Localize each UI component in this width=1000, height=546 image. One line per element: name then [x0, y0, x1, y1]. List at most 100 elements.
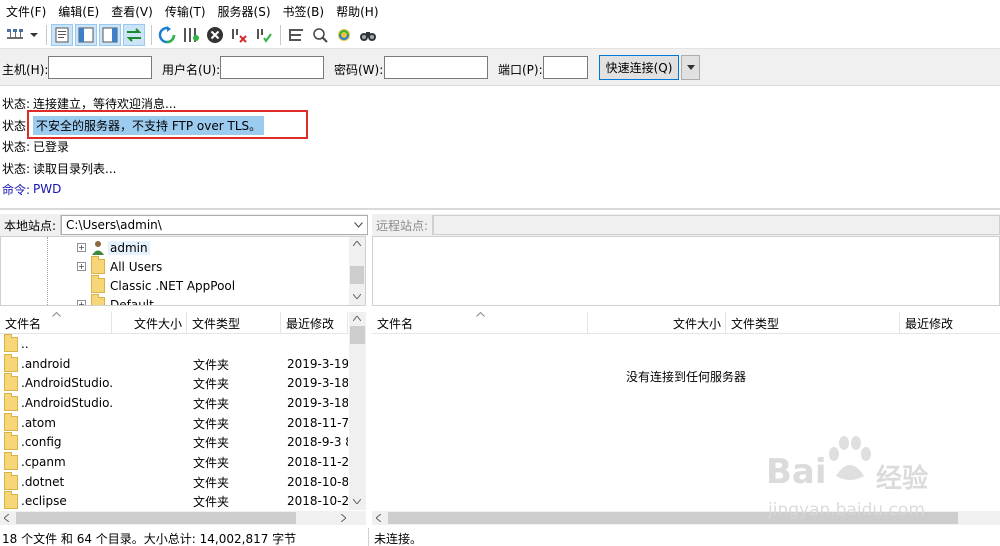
menu-help[interactable]: 帮助(H)	[330, 3, 384, 20]
file-type: 文件夹	[193, 396, 230, 411]
scroll-down-icon[interactable]	[353, 294, 361, 299]
pane-divider[interactable]	[0, 208, 1000, 210]
quickconnect-bar: 主机(H): 用户名(U): 密码(W): 端口(P): 快速连接(Q)	[0, 48, 1000, 86]
menu-edit[interactable]: 编辑(E)	[52, 3, 105, 20]
scroll-right-icon[interactable]	[341, 514, 346, 522]
quickconnect-history-dropdown[interactable]	[681, 55, 700, 80]
file-row[interactable]: .eclipse 文件夹 2018-10-22	[0, 491, 348, 510]
column-header-name[interactable]: 文件名	[372, 312, 588, 334]
folder-icon	[4, 413, 18, 431]
folder-icon	[4, 432, 18, 450]
scrollbar-thumb[interactable]	[350, 326, 365, 344]
menu-bookmarks[interactable]: 书签(B)	[277, 3, 331, 20]
chevron-down-icon	[686, 65, 695, 70]
log-prefix: 状态:	[2, 96, 31, 111]
menu-server[interactable]: 服务器(S)	[212, 3, 277, 20]
dropdown-arrow-icon[interactable]	[28, 24, 40, 46]
column-header-type[interactable]: 文件类型	[187, 312, 281, 334]
folder-icon	[91, 256, 105, 274]
file-row[interactable]: ..	[0, 334, 348, 354]
column-header-size[interactable]: 文件大小	[588, 312, 726, 334]
menu-transfer[interactable]: 传输(T)	[159, 3, 212, 20]
file-name: .cpanm	[21, 455, 66, 469]
toggle-transfer-queue-icon[interactable]	[123, 24, 145, 46]
column-header-size[interactable]: 文件大小	[112, 312, 187, 334]
file-name: ..	[21, 337, 29, 351]
username-input[interactable]	[220, 56, 324, 79]
scrollbar-thumb[interactable]	[350, 266, 364, 284]
port-input[interactable]	[543, 56, 588, 79]
tree-item[interactable]: Classic .NET AppPool	[91, 275, 235, 295]
watermark-brand: Bai	[766, 452, 827, 492]
scrollbar-thumb[interactable]	[16, 512, 296, 524]
scroll-up-icon[interactable]	[353, 241, 361, 246]
scroll-down-icon[interactable]	[353, 499, 361, 504]
local-path-value: C:\Users\admin\	[66, 218, 162, 232]
toggle-local-tree-icon[interactable]	[75, 24, 97, 46]
local-site-label: 本地站点:	[0, 215, 62, 235]
remote-site-bar: 远程站点:	[372, 214, 1000, 236]
menu-view[interactable]: 查看(V)	[105, 3, 159, 20]
folder-icon	[91, 294, 105, 305]
file-row[interactable]: .android 文件夹 2019-3-19 2	[0, 354, 348, 374]
menu-file[interactable]: 文件(F)	[0, 3, 52, 20]
toggle-remote-tree-icon[interactable]	[99, 24, 121, 46]
file-type: 文件夹	[193, 357, 230, 372]
tree-item[interactable]: + All Users	[77, 256, 162, 276]
tree-scrollbar[interactable]	[349, 237, 365, 305]
cancel-icon[interactable]	[204, 24, 226, 46]
site-manager-icon[interactable]	[4, 24, 26, 46]
column-header-modified[interactable]: 最近修改	[900, 312, 1000, 334]
file-list-scrollbar[interactable]	[349, 312, 366, 510]
column-header-modified[interactable]: 最近修改	[281, 312, 348, 334]
file-row[interactable]: .atom 文件夹 2018-11-7 1	[0, 413, 348, 433]
host-input[interactable]	[48, 56, 152, 79]
file-list-hscrollbar[interactable]	[0, 511, 366, 525]
file-modified: 2019-3-19 2	[287, 357, 348, 371]
expand-icon[interactable]: +	[77, 262, 86, 271]
log-text: PWD	[33, 182, 62, 196]
password-input[interactable]	[384, 56, 488, 79]
quickconnect-button[interactable]: 快速连接(Q)	[599, 55, 679, 80]
file-row[interactable]: .config 文件夹 2018-9-3 8:	[0, 432, 348, 452]
search-files-icon[interactable]	[309, 24, 331, 46]
refresh-icon[interactable]	[156, 24, 178, 46]
baidu-paw-logo	[829, 436, 871, 480]
file-row[interactable]: .AndroidStudio... 文件夹 2019-3-18 2	[0, 393, 348, 413]
file-modified: 2019-3-18 2	[287, 376, 348, 390]
folder-icon	[91, 275, 105, 293]
directory-filter-icon[interactable]	[285, 24, 307, 46]
scroll-up-icon[interactable]	[353, 316, 361, 321]
toggle-message-log-icon[interactable]	[51, 24, 73, 46]
file-name: .atom	[21, 416, 56, 430]
tree-item[interactable]: + admin	[77, 238, 150, 257]
file-row[interactable]: .cpanm 文件夹 2018-11-20	[0, 452, 348, 472]
expand-icon[interactable]: +	[77, 300, 86, 305]
log-line: 状态: 读取目录列表...	[2, 158, 117, 178]
scroll-left-icon[interactable]	[376, 514, 381, 522]
file-type: 文件夹	[193, 494, 230, 509]
chevron-down-icon	[354, 222, 363, 228]
log-prefix: 状态:	[2, 139, 31, 154]
file-modified: 2018-9-3 8:	[287, 435, 348, 449]
file-row[interactable]: .AndroidStudio... 文件夹 2019-3-18 2	[0, 373, 348, 393]
file-row[interactable]: .dotnet 文件夹 2018-10-8 8	[0, 472, 348, 492]
expand-icon[interactable]: +	[77, 243, 86, 252]
sort-ascending-icon	[52, 312, 61, 317]
baidu-jingyan-watermark: Bai 经验 jingyan.baidu.com	[764, 432, 994, 527]
binoculars-icon[interactable]	[357, 24, 379, 46]
reconnect-icon[interactable]	[252, 24, 274, 46]
scroll-left-icon[interactable]	[4, 514, 9, 522]
column-header-name[interactable]: 文件名	[0, 312, 112, 334]
file-type: 文件夹	[193, 475, 230, 490]
disconnect-icon[interactable]	[228, 24, 250, 46]
sync-browsing-icon[interactable]	[333, 24, 355, 46]
process-queue-icon[interactable]	[180, 24, 202, 46]
log-prefix: 状态:	[2, 161, 31, 176]
column-header-type[interactable]: 文件类型	[726, 312, 900, 334]
tree-item[interactable]: + Default	[77, 294, 154, 306]
tree-item-label: Default	[110, 297, 154, 306]
local-path-combobox[interactable]: C:\Users\admin\	[61, 215, 368, 235]
empty-list-message: 没有连接到任何服务器	[625, 370, 746, 384]
file-modified: 2018-11-20	[287, 455, 348, 469]
